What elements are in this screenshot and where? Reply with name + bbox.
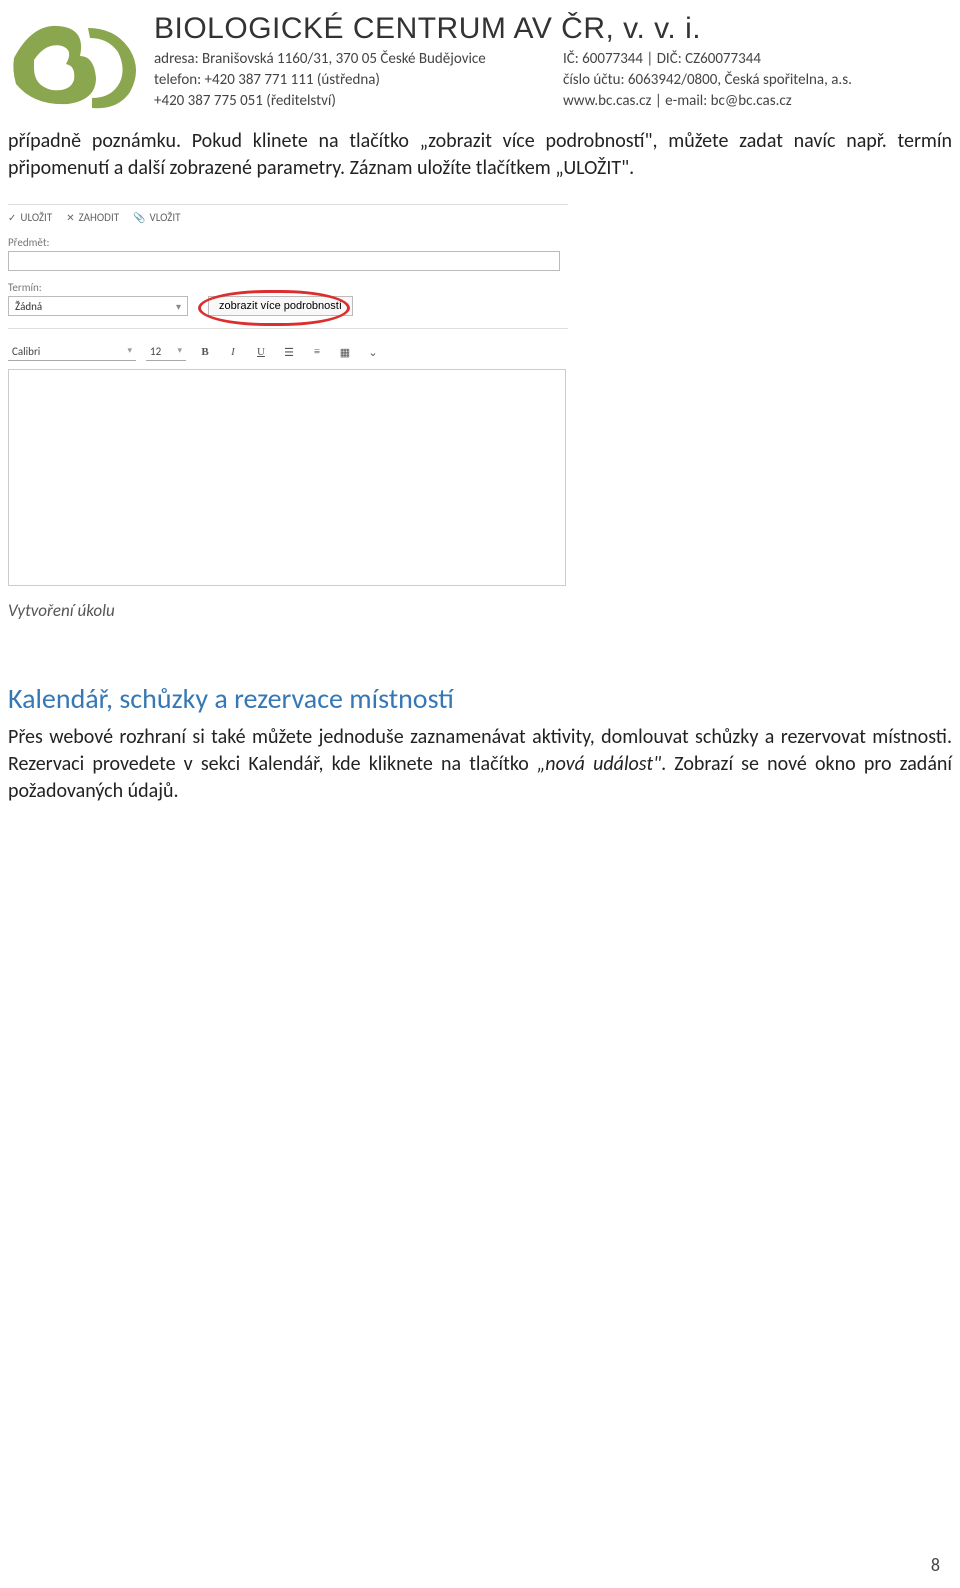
address: adresa: Branišovská 1160/31, 370 05 Česk… — [154, 50, 539, 68]
org-title: BIOLOGICKÉ CENTRUM AV ČR, v. v. i. — [154, 14, 948, 44]
bullet-list-button[interactable]: ☰ — [280, 346, 298, 359]
table-button[interactable]: ▦ — [336, 346, 354, 359]
more-format-button[interactable]: ⌄ — [364, 346, 382, 359]
chevron-down-icon: ▾ — [127, 345, 132, 358]
font-size-select[interactable]: 12 ▾ — [146, 343, 186, 361]
bold-button[interactable]: B — [196, 346, 214, 358]
due-value: Žádná — [15, 300, 42, 313]
page-number: 8 — [931, 1554, 940, 1576]
org-logo — [12, 12, 142, 112]
italic-button[interactable]: I — [224, 346, 242, 358]
subject-label: Předmět: — [8, 236, 568, 249]
section-paragraph: Přes webové rozhraní si také můžete jedn… — [8, 724, 952, 805]
save-label: ULOŽIT — [20, 211, 52, 224]
due-label: Termín: — [8, 281, 188, 294]
subject-input[interactable] — [8, 251, 560, 271]
ico-dic: IČ: 60077344 | DIČ: CZ60077344 — [563, 50, 948, 68]
phone-director: +420 387 775 051 (ředitelství) — [154, 92, 539, 110]
attach-icon: 📎 — [133, 213, 145, 223]
letterhead: BIOLOGICKÉ CENTRUM AV ČR, v. v. i. adres… — [8, 8, 952, 122]
figure-caption: Vytvoření úkolu — [8, 600, 952, 621]
section-heading: Kalendář, schůzky a rezervace místností — [8, 681, 952, 716]
underline-button[interactable]: U — [252, 346, 270, 358]
font-size: 12 — [150, 345, 161, 358]
task-editor-screenshot: ✓ ULOŽIT ✕ ZAHODIT 📎 VLOŽIT Předmět: Ter… — [8, 204, 568, 586]
chevron-down-icon: ▾ — [176, 300, 181, 313]
chevron-down-icon: ▾ — [177, 345, 182, 358]
discard-label: ZAHODIT — [79, 211, 120, 224]
intro-paragraph: případně poznámku. Pokud klinete na tlač… — [8, 128, 952, 182]
format-toolbar: Calibri ▾ 12 ▾ B I U ☰ ≡ ▦ ⌄ — [8, 343, 568, 361]
font-name: Calibri — [12, 345, 40, 358]
save-button[interactable]: ✓ ULOŽIT — [8, 211, 52, 224]
bank-account: číslo účtu: 6063942/0800, Česká spořitel… — [563, 71, 948, 89]
section-text-em: „nová událost" — [537, 752, 661, 776]
close-icon: ✕ — [66, 213, 74, 223]
note-body-textarea[interactable] — [8, 369, 566, 586]
due-select[interactable]: Žádná ▾ — [8, 296, 188, 316]
font-family-select[interactable]: Calibri ▾ — [8, 343, 136, 361]
insert-label: VLOŽIT — [150, 211, 181, 224]
show-more-details-button[interactable]: zobrazit více podrobností — [208, 296, 353, 316]
discard-button[interactable]: ✕ ZAHODIT — [66, 211, 119, 224]
number-list-button[interactable]: ≡ — [308, 346, 326, 358]
web-email: www.bc.cas.cz | e-mail: bc@bc.cas.cz — [563, 92, 948, 110]
check-icon: ✓ — [8, 213, 16, 223]
show-more-label: zobrazit více podrobností — [219, 300, 342, 312]
insert-button[interactable]: 📎 VLOŽIT — [133, 211, 180, 224]
phone-main: telefon: +420 387 771 111 (ústředna) — [154, 71, 539, 89]
